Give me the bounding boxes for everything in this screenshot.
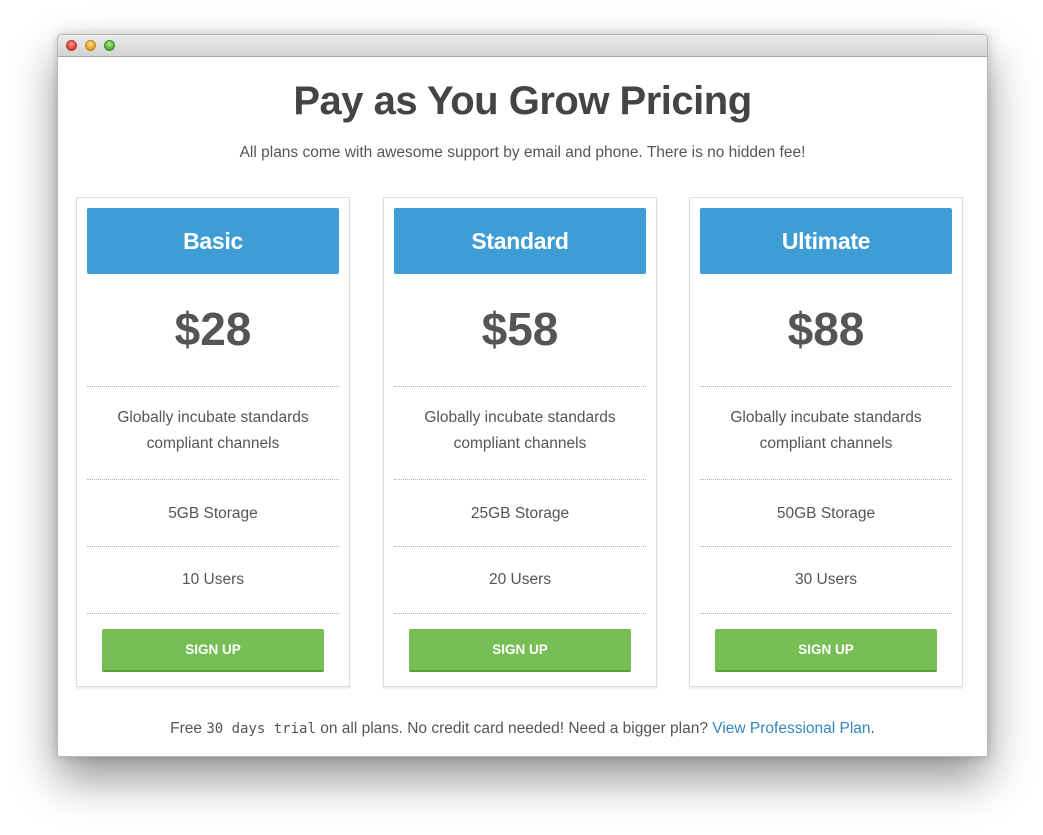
plan-divider [87,613,339,614]
footer-note: Free 30 days trial on all plans. No cred… [58,720,987,738]
plan-divider [394,613,646,614]
footer-suffix: . [870,720,875,737]
window-titlebar [58,35,987,57]
plan-card-standard: Standard $58 Globally incubate standards… [383,197,657,687]
sign-up-button-basic[interactable]: SIGN UP [102,629,324,672]
plan-storage: 50GB Storage [700,479,952,546]
footer-middle: on all plans. No credit card needed! Nee… [315,720,713,737]
plan-storage: 25GB Storage [394,479,646,546]
plan-description: Globally incubate standards compliant ch… [700,386,952,479]
plan-divider [700,613,952,614]
plan-name: Standard [394,208,646,274]
footer-prefix: Free [170,720,207,737]
plan-storage: 5GB Storage [87,479,339,546]
close-window-icon[interactable] [66,40,77,51]
plan-price: $58 [481,303,559,355]
plan-card-ultimate: Ultimate $88 Globally incubate standards… [689,197,963,687]
plan-card-basic: Basic $28 Globally incubate standards co… [76,197,350,687]
browser-window: Pay as You Grow Pricing All plans come w… [57,34,988,757]
plan-price: $88 [787,303,865,355]
plan-name: Basic [87,208,339,274]
sign-up-button-standard[interactable]: SIGN UP [409,629,631,672]
plan-users: 10 Users [87,546,339,613]
zoom-window-icon[interactable] [104,40,115,51]
plan-price: $28 [174,303,252,355]
page-title: Pay as You Grow Pricing [293,79,752,123]
plan-users: 20 Users [394,546,646,613]
sign-up-button-ultimate[interactable]: SIGN UP [715,629,937,672]
plan-description: Globally incubate standards compliant ch… [394,386,646,479]
view-professional-plan-link[interactable]: View Professional Plan [712,720,870,737]
plan-description: Globally incubate standards compliant ch… [87,386,339,479]
trial-length: 30 days trial [206,721,316,737]
plan-name: Ultimate [700,208,952,274]
plan-users: 30 Users [700,546,952,613]
minimize-window-icon[interactable] [85,40,96,51]
pricing-page: Pay as You Grow Pricing All plans come w… [58,57,987,756]
page-subtitle: All plans come with awesome support by e… [239,144,806,161]
